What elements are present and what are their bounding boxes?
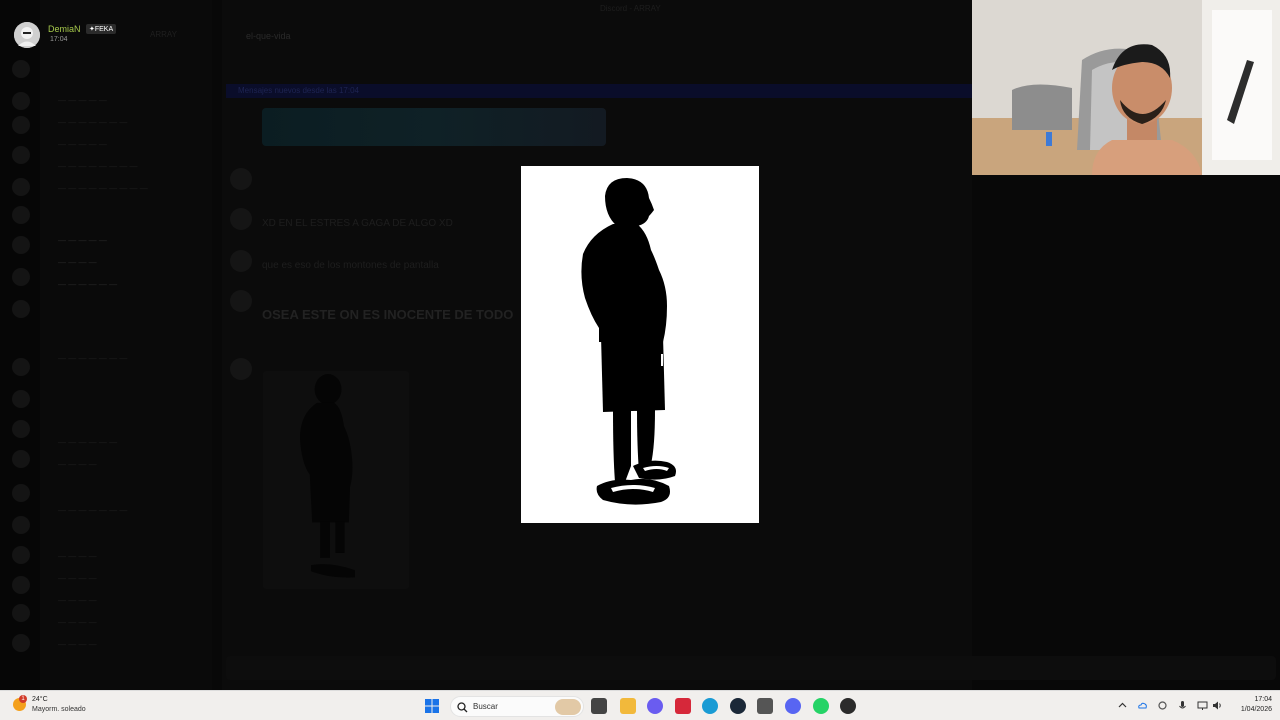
server-icon[interactable] (12, 268, 30, 286)
channel-item[interactable]: — — — — — — — — — (58, 184, 148, 196)
calculator-icon[interactable] (757, 698, 773, 714)
server-icon[interactable] (12, 236, 30, 254)
channel-item[interactable]: — — — — — (58, 96, 107, 108)
taskbar: 1 24°C Mayorm. soleado Buscar 17:04 1/04… (0, 690, 1280, 720)
server-icon[interactable] (12, 420, 30, 438)
channel-item[interactable]: — — — — — — — (58, 118, 127, 130)
window-title: Discord - ARRAY (600, 4, 661, 13)
channel-item[interactable]: — — — — — (58, 140, 107, 152)
voice-user[interactable]: — — — — (58, 618, 97, 630)
message-input[interactable] (226, 656, 1276, 680)
chat-header: el-que-vida (222, 22, 972, 48)
channel-item-active[interactable]: — — — — — — (58, 280, 117, 292)
voice-user[interactable]: — — — — (58, 596, 97, 608)
unread-label: Mensajes nuevos desde las 17:04 (238, 86, 359, 95)
message-text: XD EN EL ESTRES A GAGA DE ALGO XD (262, 218, 453, 229)
image-viewer[interactable] (521, 166, 759, 523)
server-icon[interactable] (12, 546, 30, 564)
search-placeholder: Buscar (473, 702, 498, 711)
silhouette-thumbnail (299, 374, 355, 578)
message-avatar[interactable] (230, 358, 252, 380)
message-avatar[interactable] (230, 168, 252, 190)
channel-item[interactable]: — — — — (58, 460, 97, 472)
screen: ARRAY — — — — — — — — — — — — — — — — — … (0, 0, 1280, 720)
man-silhouette-image (521, 166, 759, 523)
volume-icon[interactable] (1212, 700, 1223, 711)
file-explorer-icon[interactable] (620, 698, 636, 714)
steam-icon[interactable] (730, 698, 746, 714)
server-icon[interactable] (12, 450, 30, 468)
user-tag-badge: ✦FEKA (86, 24, 117, 34)
avatar (14, 22, 40, 48)
server-icon[interactable] (12, 484, 30, 502)
search-icon (457, 702, 468, 713)
clock-time[interactable]: 17:04 (1234, 696, 1272, 703)
obs-icon[interactable] (840, 698, 856, 714)
microphone-icon[interactable] (1177, 700, 1188, 711)
whatsapp-icon[interactable] (813, 698, 829, 714)
server-icon[interactable] (12, 178, 30, 196)
network-icon[interactable] (1197, 700, 1208, 711)
chevron-up-icon[interactable] (1117, 700, 1128, 711)
weather-temp[interactable]: 24°C (32, 696, 48, 703)
channel-item[interactable]: — — — — (58, 258, 97, 270)
server-icon[interactable] (12, 116, 30, 134)
server-icon[interactable] (12, 92, 30, 110)
channel-item[interactable]: — — — — — — (58, 438, 117, 450)
embed-banner (262, 108, 606, 146)
message-avatar[interactable] (230, 250, 252, 272)
message-text: que es eso de los montones de pantalla (262, 260, 439, 271)
app-red-icon[interactable] (675, 698, 691, 714)
server-icon[interactable] (12, 516, 30, 534)
message-text: OSEA ESTE ON ES INOCENTE DE TODO (262, 307, 514, 322)
server-icon[interactable] (12, 604, 30, 622)
weather-alert-badge: 1 (19, 695, 27, 703)
server-rail (0, 0, 40, 690)
server-icon[interactable] (12, 60, 30, 78)
windows-logo-icon (425, 699, 439, 713)
server-icon[interactable] (12, 576, 30, 594)
cloud-icon[interactable] (1137, 700, 1148, 711)
server-icon[interactable] (12, 146, 30, 164)
search-highlight-icon (555, 699, 581, 715)
server-icon[interactable] (12, 300, 30, 318)
channel-item[interactable]: — — — — — (58, 236, 107, 248)
server-icon[interactable] (12, 634, 30, 652)
edge-icon[interactable] (702, 698, 718, 714)
user-name: DemiaN (48, 24, 81, 34)
message-avatar[interactable] (230, 290, 252, 312)
channel-title: el-que-vida (246, 31, 291, 41)
voice-user[interactable]: — — — — (58, 640, 97, 652)
message-avatar[interactable] (230, 208, 252, 230)
avatar-face-icon (14, 22, 40, 48)
user-time: 17:04 (50, 36, 68, 43)
channel-item[interactable]: — — — — — — — (58, 354, 127, 366)
server-icon[interactable] (12, 358, 30, 376)
clock-date[interactable]: 1/04/2026 (1230, 706, 1272, 713)
voice-user[interactable]: — — — — (58, 552, 97, 564)
server-icon[interactable] (12, 206, 30, 224)
copilot-icon[interactable] (647, 698, 663, 714)
voice-user[interactable]: — — — — (58, 574, 97, 586)
channel-item[interactable]: — — — — — — — (58, 506, 127, 518)
channel-list: ARRAY — — — — — — — — — — — — — — — — — … (40, 0, 212, 690)
search-input[interactable]: Buscar (450, 696, 584, 717)
discord-icon[interactable] (785, 698, 801, 714)
image-attachment-thumbnail[interactable] (263, 371, 409, 589)
unread-banner[interactable]: Mensajes nuevos desde las 17:04 (226, 84, 972, 98)
webcam-feed (972, 0, 1280, 175)
server-icon[interactable] (12, 390, 30, 408)
weather-description[interactable]: Mayorm. soleado (32, 706, 86, 713)
start-icon[interactable] (424, 698, 440, 714)
task-view-icon[interactable] (591, 698, 607, 714)
webcam-scene (972, 0, 1280, 175)
channel-item[interactable]: — — — — — — — — (58, 162, 138, 174)
stream-user-badge: DemiaN ✦FEKA 17:04 (14, 22, 174, 48)
settings-tray-icon[interactable] (1157, 700, 1168, 711)
